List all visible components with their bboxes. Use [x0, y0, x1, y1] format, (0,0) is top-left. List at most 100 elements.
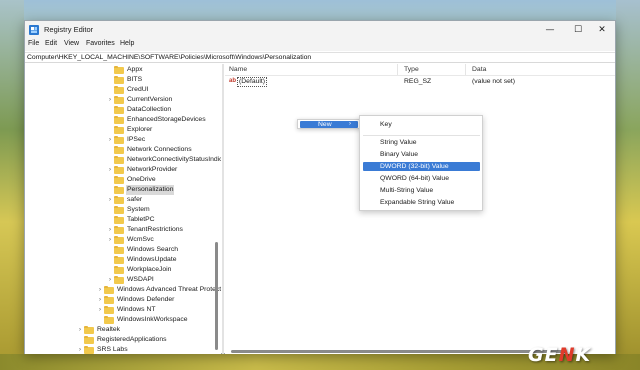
folder-icon [114, 75, 124, 84]
tree-item[interactable]: › safer [107, 195, 215, 205]
chevron-right-icon[interactable]: › [97, 295, 103, 305]
submenu-expandable-string-value[interactable]: Expandable String Value [363, 198, 480, 207]
chevron-right-icon[interactable]: › [107, 165, 113, 175]
tree-item[interactable]: DataCollection [107, 105, 215, 115]
submenu-binary-value[interactable]: Binary Value [363, 150, 480, 159]
column-divider[interactable] [397, 64, 398, 75]
tree-item[interactable]: › CurrentVersion [107, 95, 215, 105]
chevron-right-icon[interactable] [107, 75, 113, 85]
tree-item[interactable]: EnhancedStorageDevices [107, 115, 215, 125]
chevron-right-icon[interactable] [107, 85, 113, 95]
close-button[interactable]: ✕ [589, 21, 615, 39]
column-header-name[interactable]: Name [229, 66, 247, 73]
tree-item[interactable]: › Windows NT [97, 305, 215, 315]
chevron-right-icon[interactable]: › [107, 95, 113, 105]
chevron-right-icon[interactable]: › [97, 285, 103, 295]
maximize-button[interactable]: ☐ [565, 21, 591, 39]
chevron-right-icon[interactable] [77, 335, 83, 345]
chevron-right-icon[interactable]: › [107, 195, 113, 205]
new-submenu: Key String Value Binary Value DWORD (32-… [359, 115, 483, 211]
tree-item[interactable]: WindowsUpdate [107, 255, 215, 265]
column-header-data[interactable]: Data [472, 66, 486, 73]
column-header-type[interactable]: Type [404, 66, 419, 73]
submenu-key[interactable]: Key [363, 120, 480, 129]
context-menu-new[interactable]: New › [300, 121, 358, 128]
tree-item[interactable]: Explorer [107, 125, 215, 135]
submenu-dword-value[interactable]: DWORD (32-bit) Value [363, 162, 480, 171]
chevron-right-icon[interactable] [107, 215, 113, 225]
chevron-right-icon[interactable] [107, 65, 113, 75]
chevron-right-icon[interactable] [107, 115, 113, 125]
chevron-right-icon[interactable] [107, 185, 113, 195]
folder-icon [104, 285, 114, 294]
folder-icon [114, 105, 124, 114]
column-divider[interactable] [465, 64, 466, 75]
tree-item[interactable]: BITS [107, 75, 215, 85]
tree-item[interactable]: Network Connections [107, 145, 215, 155]
folder-icon [114, 145, 124, 154]
chevron-right-icon[interactable] [107, 125, 113, 135]
value-row[interactable]: ab (Default) REG_SZ (value not set) [225, 77, 615, 87]
tree-item[interactable]: › IPSec [107, 135, 215, 145]
tree-item[interactable]: Personalization [107, 185, 215, 195]
tree-item-label: WindowsInkWorkspace [117, 316, 188, 323]
tree-item[interactable]: WorkplaceJoin [107, 265, 215, 275]
chevron-right-icon[interactable]: › [107, 225, 113, 235]
chevron-right-icon[interactable]: › [77, 345, 83, 354]
menu-edit[interactable]: Edit [45, 40, 57, 47]
tree-item-label: System [127, 206, 150, 213]
submenu-multi-string-value[interactable]: Multi-String Value [363, 186, 480, 195]
address-bar[interactable]: Computer\HKEY_LOCAL_MACHINE\SOFTWARE\Pol… [25, 52, 615, 63]
chevron-right-icon[interactable] [107, 145, 113, 155]
tree-item[interactable]: CredUI [107, 85, 215, 95]
tree-item[interactable]: System [107, 205, 215, 215]
tree-item[interactable]: › SRS Labs [77, 345, 215, 354]
tree-item[interactable]: › Realtek [77, 325, 215, 335]
chevron-right-icon[interactable] [107, 205, 113, 215]
minimize-button[interactable]: — [537, 21, 563, 39]
folder-icon [114, 255, 124, 264]
address-path[interactable]: Computer\HKEY_LOCAL_MACHINE\SOFTWARE\Pol… [27, 54, 311, 61]
tree-item-label: Windows Defender [117, 296, 175, 303]
tree-item[interactable]: › Windows Advanced Threat Protection [97, 285, 221, 295]
folder-icon [114, 265, 124, 274]
tree-item[interactable]: › TenantRestrictions [107, 225, 215, 235]
menu-help[interactable]: Help [120, 40, 134, 47]
tree-item[interactable]: OneDrive [107, 175, 215, 185]
chevron-right-icon[interactable] [107, 265, 113, 275]
tree-item[interactable]: TabletPC [107, 215, 215, 225]
title-bar[interactable]: Registry Editor — ☐ ✕ [25, 21, 615, 39]
tree-item[interactable]: › NetworkProvider [107, 165, 215, 175]
chevron-right-icon[interactable] [107, 255, 113, 265]
tree-item[interactable]: › WSDAPI [107, 275, 215, 285]
value-name[interactable]: (Default) [237, 77, 268, 87]
submenu-string-value[interactable]: String Value [363, 138, 480, 147]
tree-item[interactable]: WindowsInkWorkspace [97, 315, 215, 325]
tree-item-label: TenantRestrictions [127, 226, 183, 233]
chevron-right-icon[interactable] [107, 175, 113, 185]
chevron-right-icon[interactable]: › [107, 275, 113, 285]
menu-file[interactable]: File [28, 40, 39, 47]
context-menu: New › [297, 119, 361, 129]
tree-item[interactable]: › WcmSvc [107, 235, 215, 245]
chevron-right-icon[interactable] [97, 315, 103, 325]
menu-view[interactable]: View [64, 40, 79, 47]
chevron-right-icon[interactable]: › [77, 325, 83, 335]
chevron-right-icon[interactable]: › [107, 235, 113, 245]
chevron-right-icon[interactable] [107, 245, 113, 255]
chevron-right-icon[interactable]: › [107, 135, 113, 145]
values-scrollbar[interactable] [231, 350, 567, 353]
tree-item[interactable]: NetworkConnectivityStatusIndicator [107, 155, 221, 165]
tree-item[interactable]: › Windows Defender [97, 295, 215, 305]
tree-item[interactable]: RegisteredApplications [77, 335, 215, 345]
submenu-qword-value[interactable]: QWORD (64-bit) Value [363, 174, 480, 183]
tree-item[interactable]: Appx [107, 65, 215, 75]
chevron-right-icon[interactable] [107, 155, 113, 165]
chevron-right-icon[interactable] [107, 105, 113, 115]
pane-splitter[interactable] [222, 64, 224, 354]
tree-scrollbar[interactable] [215, 242, 218, 350]
chevron-right-icon[interactable]: › [97, 305, 103, 315]
tree-item[interactable]: Windows Search [107, 245, 215, 255]
menu-favorites[interactable]: Favorites [86, 40, 115, 47]
key-tree-pane[interactable]: Appx BITS CredUI › CurrentVersion DataCollect… [25, 64, 221, 354]
